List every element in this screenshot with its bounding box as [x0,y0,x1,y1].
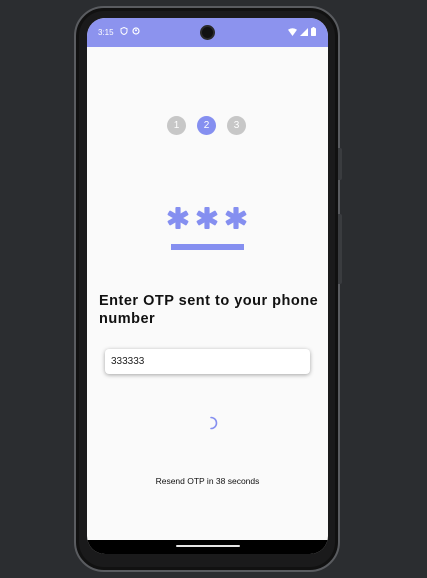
wifi-icon [288,27,297,36]
step-2: 2 [197,116,216,135]
page-title: Enter OTP sent to your phone number [99,293,319,327]
power-button [338,148,342,180]
shield-icon [120,27,128,35]
circle-status-icon [132,27,140,35]
otp-input[interactable] [105,349,310,374]
step-3: 3 [227,116,246,135]
status-icons [288,27,316,36]
signal-icon [300,27,308,36]
status-bar: 3:15 [87,18,328,47]
volume-button [338,214,342,284]
status-time: 3:15 [98,28,114,37]
camera-cutout [200,25,215,40]
otp-asterisks-icon [167,207,247,250]
navigation-bar [87,540,328,554]
phone-screen: 3:15 1 2 3 Enter OTP sent to your phone … [87,18,328,554]
spinner-icon [210,416,218,430]
step-indicator: 1 2 3 [167,116,246,135]
step-1: 1 [167,116,186,135]
battery-icon [311,27,316,36]
home-indicator[interactable] [176,545,240,547]
resend-otp-timer: Resend OTP in 38 seconds [155,476,260,486]
